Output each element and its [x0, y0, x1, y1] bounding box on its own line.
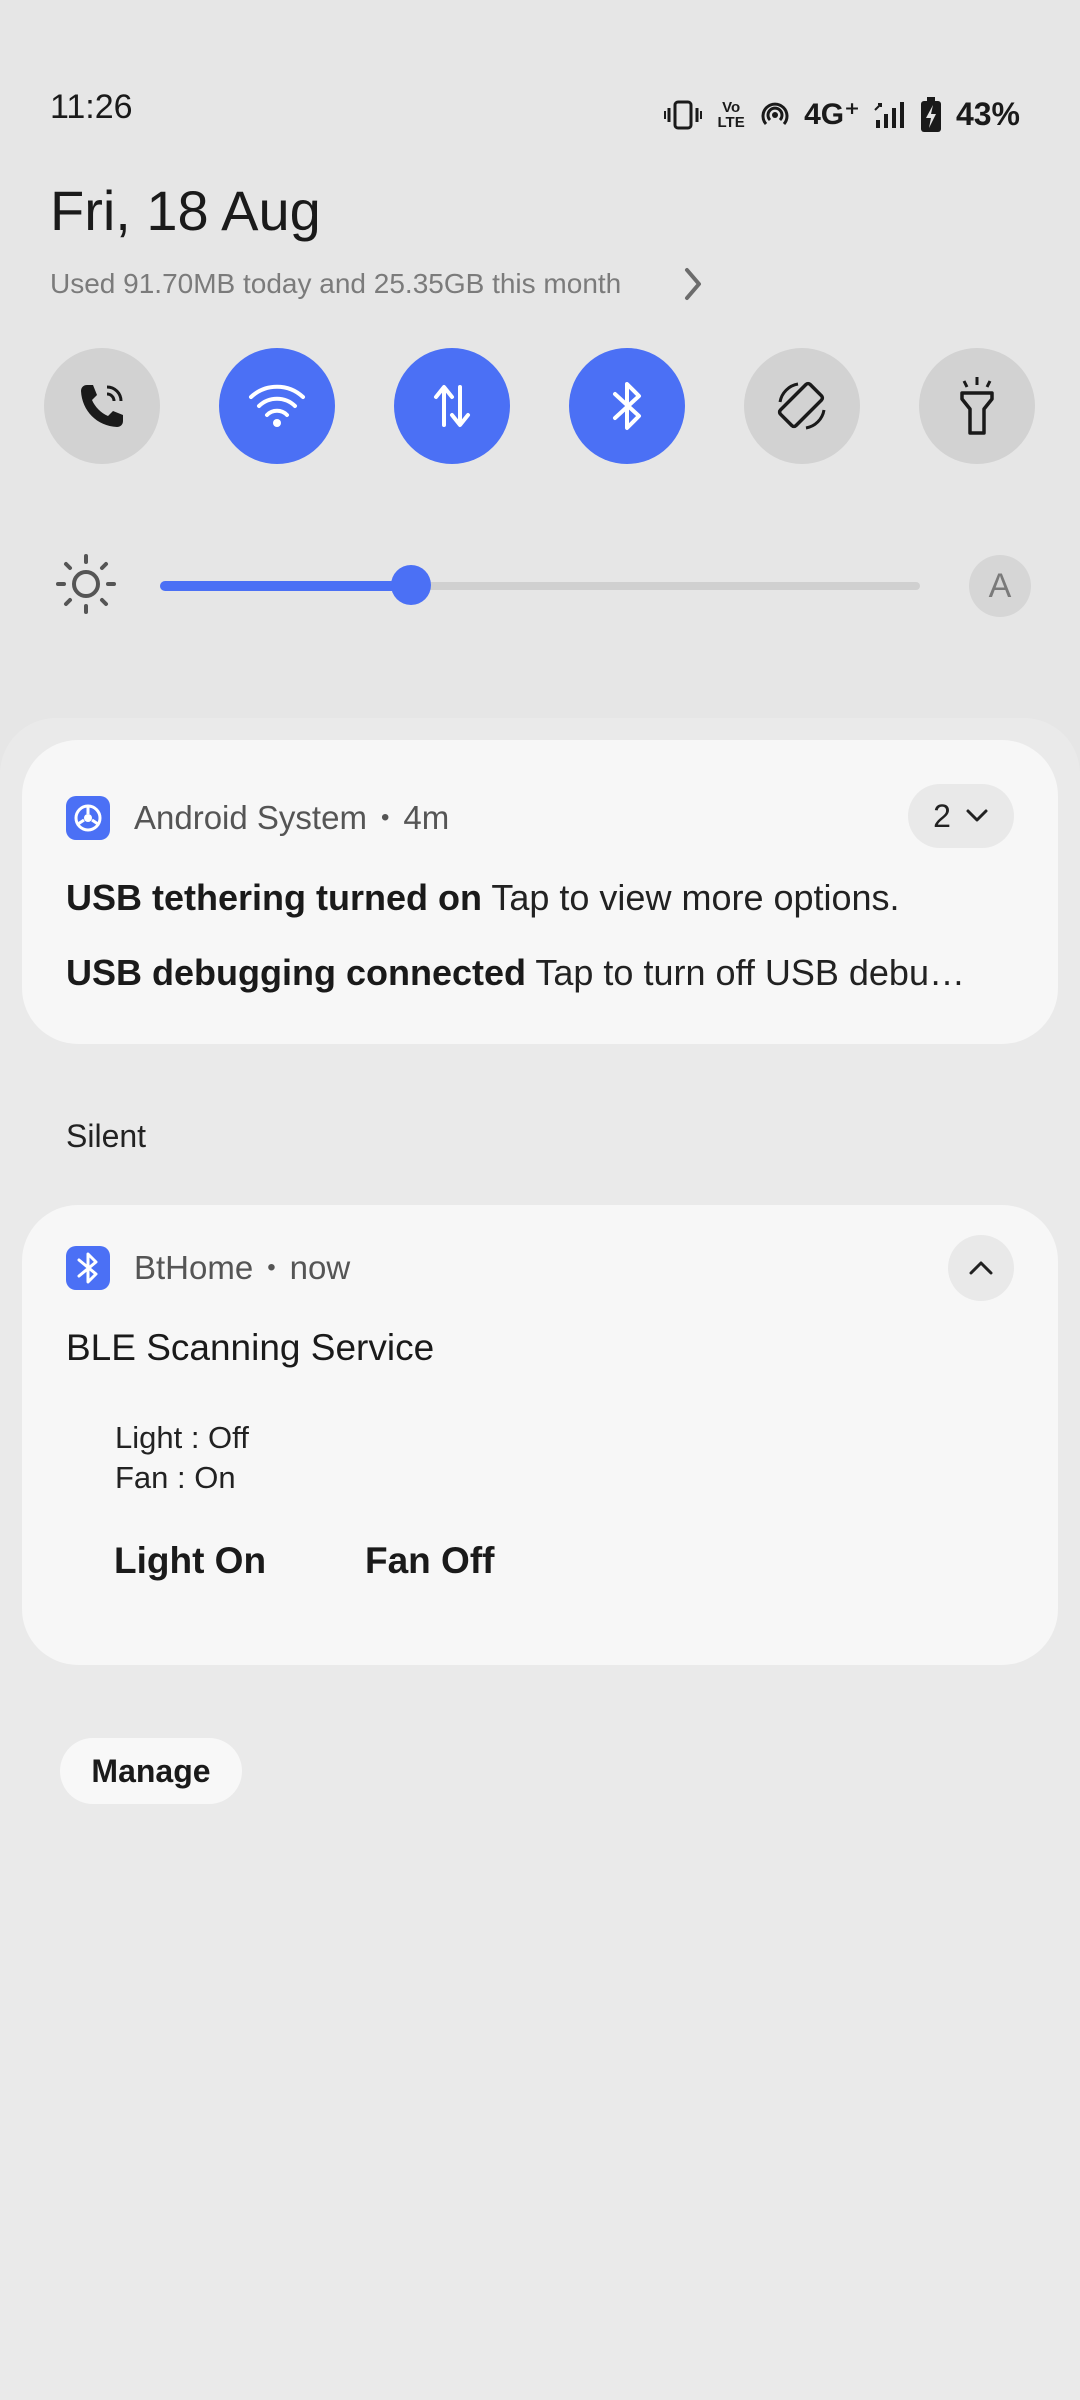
notification-count: 2 — [933, 797, 951, 834]
notification-line-title: USB debugging connected — [66, 952, 527, 993]
bluetooth-icon — [77, 1252, 98, 1284]
expand-group-button[interactable]: 2 — [908, 784, 1014, 848]
notification-header: Android System • 4m — [66, 796, 449, 840]
chevron-up-icon — [969, 1261, 993, 1275]
fan-status: Fan : On — [115, 1460, 236, 1495]
tile-flashlight[interactable] — [919, 348, 1035, 464]
rotate-icon — [777, 381, 826, 430]
notification-app-name: Android System — [134, 799, 367, 836]
notification-title: BLE Scanning Service — [66, 1327, 435, 1368]
notification-header: BtHome • now — [66, 1246, 350, 1290]
brightness-slider-fill — [160, 581, 411, 591]
notification-line-usb-tethering[interactable]: USB tethering turned on Tap to view more… — [66, 877, 1006, 919]
bluetooth-icon — [613, 382, 641, 430]
phone-icon — [81, 385, 123, 427]
separator-dot: • — [267, 1254, 276, 1281]
data-arrows-icon — [434, 385, 470, 427]
fan-off-button[interactable]: Fan Off — [365, 1540, 494, 1582]
hotspot-icon — [761, 102, 789, 125]
notification-line-usb-debugging[interactable]: USB debugging connected Tap to turn off … — [66, 952, 1006, 994]
notification-app-name: BtHome — [134, 1249, 254, 1286]
tile-mobile-data[interactable] — [394, 348, 510, 464]
date-label: Fri, 18 Aug — [50, 179, 321, 242]
battery-percent: 43% — [955, 96, 1020, 132]
notification-time: 4m — [403, 799, 450, 836]
chevron-down-icon — [966, 809, 988, 822]
status-icons: Vo LTE 4G⁺ 43% — [664, 96, 1020, 133]
chevron-right-icon[interactable] — [678, 264, 708, 304]
vibrate-icon — [664, 100, 703, 129]
battery-charging-icon — [920, 96, 941, 132]
separator-dot: • — [380, 804, 390, 831]
flashlight-icon — [960, 377, 994, 435]
light-on-button[interactable]: Light On — [114, 1540, 266, 1582]
notification-body: Light : Off Fan : On — [115, 1418, 249, 1498]
notification-line-title: USB tethering turned on — [66, 877, 482, 918]
volte-icon: Vo LTE — [716, 100, 746, 130]
signal-icon — [874, 101, 904, 128]
data-usage-text[interactable]: Used 91.70MB today and 25.35GB this mont… — [50, 268, 621, 300]
bthome-app-icon — [66, 1246, 110, 1290]
wifi-icon — [249, 384, 305, 427]
manage-button[interactable]: Manage — [60, 1738, 242, 1804]
brightness-icon — [56, 554, 116, 614]
notification-line-text: Tap to view more options. — [491, 877, 900, 918]
collapse-button[interactable] — [948, 1235, 1014, 1301]
light-status: Light : Off — [115, 1420, 249, 1455]
tile-bluetooth[interactable] — [569, 348, 685, 464]
section-header-silent: Silent — [66, 1118, 147, 1154]
android-system-icon — [66, 796, 110, 840]
auto-brightness-button[interactable]: A — [969, 555, 1031, 617]
volte-label: Vo LTE — [717, 98, 745, 131]
tile-auto-rotate[interactable] — [744, 348, 860, 464]
notification-line-text: Tap to turn off USB debu… — [535, 952, 965, 993]
gear-icon — [74, 804, 102, 832]
notification-time: now — [289, 1249, 351, 1286]
brightness-slider-thumb[interactable] — [390, 565, 431, 605]
tile-calls[interactable] — [44, 348, 160, 464]
tile-wifi[interactable] — [219, 348, 335, 464]
status-time: 11:26 — [50, 88, 133, 126]
network-type: 4G⁺ — [804, 98, 860, 131]
